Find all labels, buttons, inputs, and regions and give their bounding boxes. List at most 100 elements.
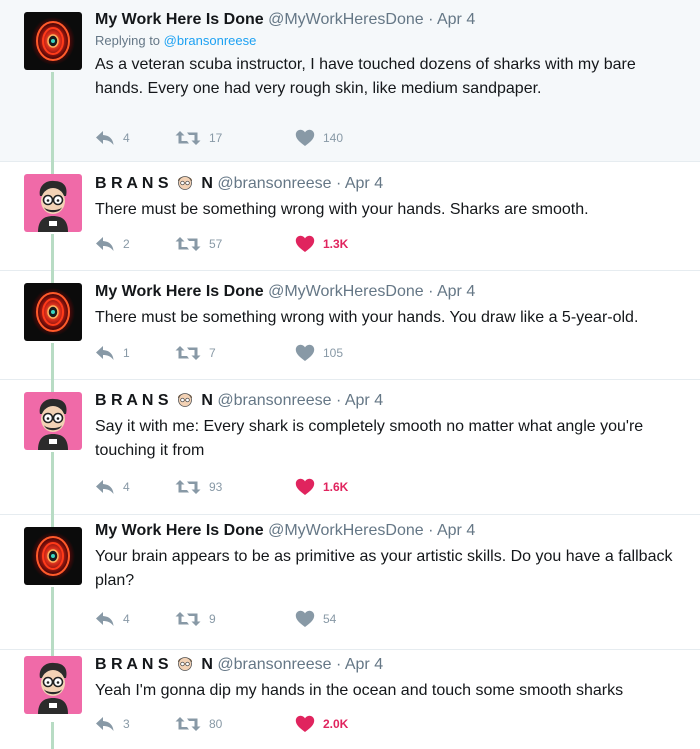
retweet-button[interactable]: 9 xyxy=(175,609,216,629)
tweet[interactable]: B R A N S N @bransonreese · Apr 4 There … xyxy=(0,162,700,271)
timestamp[interactable]: Apr 4 xyxy=(437,283,475,300)
separator: · xyxy=(335,175,342,192)
reply-icon xyxy=(95,130,115,146)
retweet-icon xyxy=(175,236,201,252)
thread-connector xyxy=(51,722,54,749)
tweet[interactable]: B R A N S N @bransonreese · Apr 4 Say it… xyxy=(0,380,700,515)
heart-icon xyxy=(295,344,315,362)
heart-icon xyxy=(295,235,315,253)
like-count: 54 xyxy=(323,612,337,626)
thread-connector xyxy=(51,452,54,515)
reply-button[interactable]: 4 xyxy=(95,609,130,629)
retweet-button[interactable]: 17 xyxy=(175,128,222,148)
tweet-text: Your brain appears to be as primitive as… xyxy=(95,548,673,589)
retweet-button[interactable]: 7 xyxy=(175,343,216,363)
retweet-button[interactable]: 80 xyxy=(175,714,222,734)
retweet-count: 17 xyxy=(209,131,223,145)
tweet-text: Say it with me: Every shark is completel… xyxy=(95,418,644,459)
like-button[interactable]: 2.0K xyxy=(295,714,348,734)
thread-connector xyxy=(51,162,54,174)
tweet-text: There must be something wrong with your … xyxy=(95,309,639,326)
reply-count: 4 xyxy=(123,131,130,145)
cartoon-face-emoji-icon xyxy=(177,393,192,407)
username[interactable]: @bransonreese xyxy=(217,392,331,409)
username[interactable]: @bransonreese xyxy=(217,175,331,192)
tweet[interactable]: My Work Here Is Done @MyWorkHeresDone · … xyxy=(0,0,700,162)
timestamp[interactable]: Apr 4 xyxy=(437,522,475,539)
display-name[interactable]: My Work Here Is Done xyxy=(95,11,264,28)
retweet-count: 93 xyxy=(209,480,223,494)
username[interactable]: @bransonreese xyxy=(217,656,331,673)
tweet-text: Yeah I'm gonna dip my hands in the ocean… xyxy=(95,682,624,699)
username[interactable]: @MyWorkHeresDone xyxy=(268,283,424,300)
like-count: 1.3K xyxy=(323,237,349,251)
replying-to: Replying to @bransonreese xyxy=(95,33,688,49)
display-name[interactable]: B R A N S N xyxy=(95,656,217,673)
retweet-icon xyxy=(175,479,201,495)
cartoon-face-emoji-icon xyxy=(177,176,192,190)
tweet-header: B R A N S N @bransonreese · Apr 4 xyxy=(95,390,688,411)
timestamp[interactable]: Apr 4 xyxy=(345,656,383,673)
display-name[interactable]: My Work Here Is Done xyxy=(95,283,264,300)
like-button[interactable]: 1.6K xyxy=(295,477,348,497)
reply-icon xyxy=(95,236,115,252)
like-button[interactable]: 1.3K xyxy=(295,234,348,254)
display-name[interactable]: B R A N S N xyxy=(95,392,217,409)
avatar-spiral[interactable] xyxy=(24,12,82,70)
reply-button[interactable]: 1 xyxy=(95,343,130,363)
spiral-avatar-icon xyxy=(24,283,82,341)
tweet-header: My Work Here Is Done @MyWorkHeresDone · … xyxy=(95,282,688,302)
tweet-header: B R A N S N @bransonreese · Apr 4 xyxy=(95,173,688,194)
tweet-text: As a veteran scuba instructor, I have to… xyxy=(95,56,636,97)
reply-icon xyxy=(95,345,115,361)
username[interactable]: @MyWorkHeresDone xyxy=(268,11,424,28)
avatar-cartoon[interactable] xyxy=(24,392,82,450)
username[interactable]: @MyWorkHeresDone xyxy=(268,522,424,539)
retweet-button[interactable]: 57 xyxy=(175,234,222,254)
spiral-avatar-icon xyxy=(24,12,82,70)
avatar-cartoon[interactable] xyxy=(24,174,82,232)
thread-connector xyxy=(51,515,54,527)
tweet[interactable]: My Work Here Is Done @MyWorkHeresDone · … xyxy=(0,271,700,380)
separator: · xyxy=(428,11,434,28)
thread-connector xyxy=(51,587,54,650)
thread-connector xyxy=(51,380,54,392)
like-count: 105 xyxy=(323,346,344,360)
reply-count: 1 xyxy=(123,346,130,360)
retweet-count: 9 xyxy=(209,612,216,626)
like-button[interactable]: 140 xyxy=(295,128,343,148)
heart-icon xyxy=(295,715,315,733)
avatar-cartoon[interactable] xyxy=(24,656,82,714)
reply-count: 4 xyxy=(123,612,130,626)
thread-connector xyxy=(51,343,54,380)
retweet-button[interactable]: 93 xyxy=(175,477,222,497)
timestamp[interactable]: Apr 4 xyxy=(345,175,383,192)
reply-button[interactable]: 4 xyxy=(95,128,130,148)
reply-to-link[interactable]: @bransonreese xyxy=(164,33,257,48)
reply-icon xyxy=(95,716,115,732)
timestamp[interactable]: Apr 4 xyxy=(345,392,383,409)
display-name-part: B R A N S xyxy=(95,656,169,673)
reply-button[interactable]: 3 xyxy=(95,714,130,734)
timestamp[interactable]: Apr 4 xyxy=(437,11,475,28)
separator: · xyxy=(335,392,342,409)
retweet-icon xyxy=(175,345,201,361)
display-name[interactable]: My Work Here Is Done xyxy=(95,522,264,539)
tweet-header: B R A N S N @bransonreese · Apr 4 xyxy=(95,654,688,675)
avatar-spiral[interactable] xyxy=(24,283,82,341)
reply-button[interactable]: 4 xyxy=(95,477,130,497)
heart-icon xyxy=(295,478,315,496)
separator: · xyxy=(335,656,342,673)
display-name[interactable]: B R A N S N xyxy=(95,175,217,192)
retweet-icon xyxy=(175,611,201,627)
like-count: 1.6K xyxy=(323,480,349,494)
avatar-spiral[interactable] xyxy=(24,527,82,585)
retweet-count: 7 xyxy=(209,346,216,360)
like-button[interactable]: 105 xyxy=(295,343,343,363)
tweet[interactable]: My Work Here Is Done @MyWorkHeresDone · … xyxy=(0,515,700,650)
reply-button[interactable]: 2 xyxy=(95,234,130,254)
tweet[interactable]: B R A N S N @bransonreese · Apr 4 Yeah I… xyxy=(0,650,700,749)
like-button[interactable]: 54 xyxy=(295,609,336,629)
cartoon-avatar-icon xyxy=(24,174,82,232)
display-name-part: N xyxy=(201,656,213,673)
